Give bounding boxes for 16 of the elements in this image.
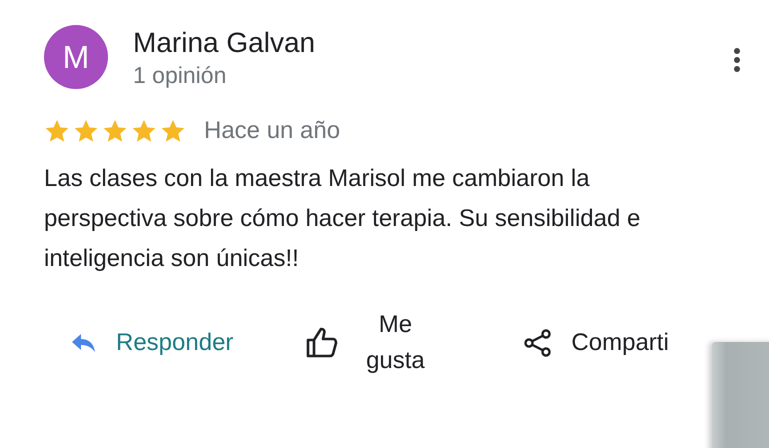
review-text: Las clases con la maestra Marisol me cambiaron la perspectiva sobre cómo hacer terapia. Su sensibilidad e inteligencia son únicas!! (44, 164, 642, 274)
star-icon (44, 118, 70, 144)
review-date: Hace un año (204, 117, 340, 145)
star-icon (160, 118, 186, 144)
review-count: 1 opinión (133, 61, 228, 90)
like-button[interactable]: Me gusta (305, 307, 434, 379)
star-icon (73, 118, 99, 144)
share-button[interactable]: Comparti (523, 328, 669, 358)
thumbs-up-icon (305, 327, 340, 359)
more-options-icon[interactable] (733, 47, 741, 73)
reviewer-name[interactable]: Marina Galvan (133, 27, 316, 59)
reply-button[interactable]: Responder (70, 329, 234, 357)
star-icon (131, 118, 157, 144)
star-icon (102, 118, 128, 144)
avatar[interactable]: M (44, 25, 108, 89)
share-icon (523, 328, 554, 358)
